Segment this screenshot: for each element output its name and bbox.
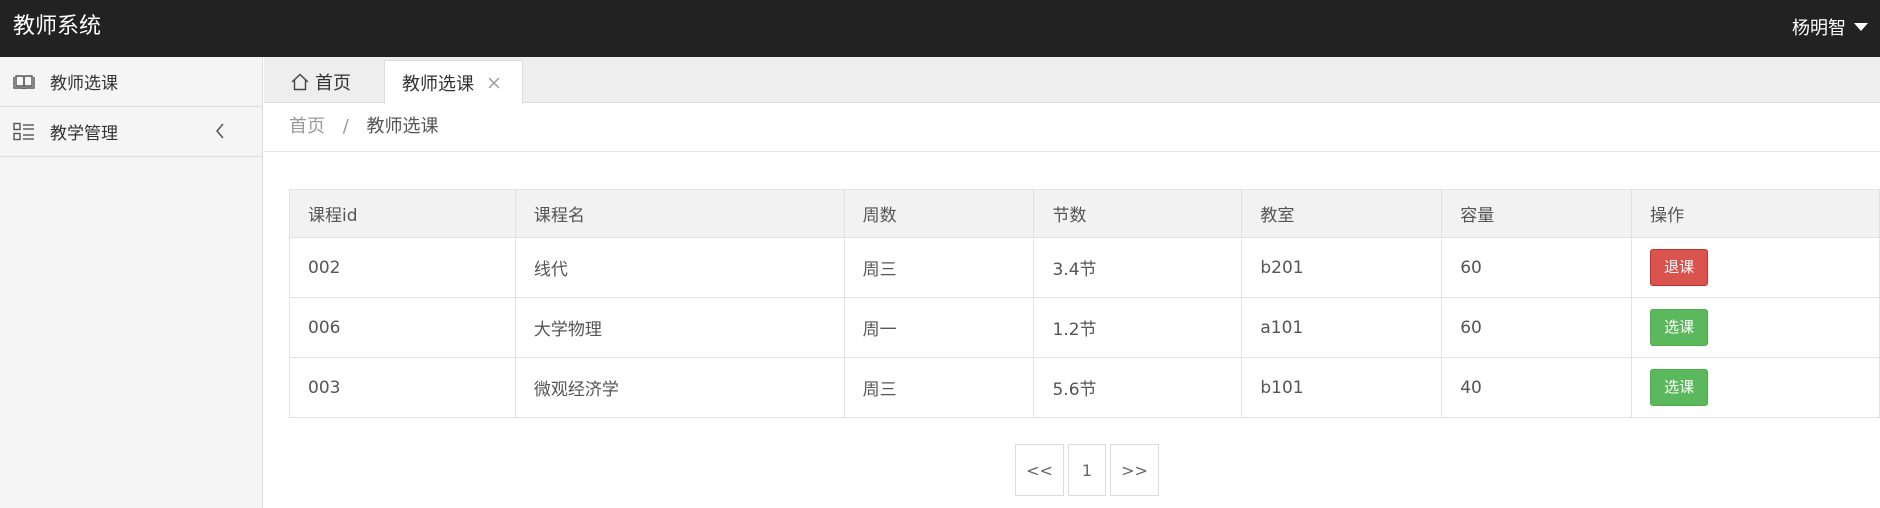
tab-bar: 首页 教师选课 [264, 57, 1880, 104]
cell-action: 选课 [1631, 357, 1880, 418]
column-header: 周数 [843, 189, 1035, 238]
next-page-button[interactable]: >> [1110, 444, 1159, 496]
column-header: 操作 [1631, 189, 1880, 238]
sidebar: 教师选课 教学管理 [0, 57, 263, 508]
tab-label: 教师选课 [402, 73, 474, 95]
cell-section: 5.6节 [1033, 357, 1243, 418]
home-icon [291, 73, 309, 91]
tab-label: 首页 [315, 72, 351, 94]
column-header: 课程id [289, 189, 516, 238]
cell-capacity: 60 [1441, 297, 1633, 358]
select-course-button[interactable]: 选课 [1650, 309, 1709, 346]
sidebar-item-label: 教师选课 [50, 74, 118, 94]
cell-course-id: 002 [289, 237, 516, 298]
caret-down-icon [1854, 22, 1868, 31]
column-header: 课程名 [514, 189, 845, 238]
column-header: 教室 [1241, 189, 1443, 238]
user-name: 杨明智 [1792, 17, 1846, 39]
prev-page-button[interactable]: << [1015, 444, 1064, 496]
table-row: 003 微观经济学 周三 5.6节 b101 40 选课 [289, 357, 1880, 418]
cell-week: 周三 [843, 357, 1035, 418]
cell-action: 选课 [1631, 297, 1880, 358]
cell-capacity: 60 [1441, 237, 1633, 298]
divider [264, 151, 1880, 152]
tab-course-selection[interactable]: 教师选课 [384, 60, 523, 104]
select-course-button[interactable]: 选课 [1650, 369, 1709, 406]
sidebar-item-teaching-management[interactable]: 教学管理 [0, 107, 262, 157]
cell-course-id: 006 [289, 297, 516, 358]
pagination: << 1 >> [1015, 444, 1163, 496]
cell-action: 退课 [1631, 237, 1880, 298]
cell-week: 周一 [843, 297, 1035, 358]
cell-section: 3.4节 [1033, 237, 1243, 298]
column-header: 容量 [1441, 189, 1633, 238]
app-brand[interactable]: 教师系统 [13, 0, 101, 57]
table-row: 002 线代 周三 3.4节 b201 60 退课 [289, 237, 1880, 298]
column-header: 节数 [1033, 189, 1243, 238]
book-icon [12, 71, 36, 93]
list-icon [12, 121, 36, 143]
cell-course-id: 003 [289, 357, 516, 418]
sidebar-item-label: 教学管理 [50, 124, 118, 144]
drop-course-button[interactable]: 退课 [1650, 249, 1709, 286]
table-row: 006 大学物理 周一 1.2节 a101 60 选课 [289, 297, 1880, 358]
breadcrumb-home[interactable]: 首页 [289, 116, 325, 137]
breadcrumb-separator: / [342, 116, 349, 137]
user-menu[interactable]: 杨明智 [1792, 0, 1868, 57]
sidebar-item-course-selection[interactable]: 教师选课 [0, 57, 262, 107]
table-header-row: 课程id 课程名 周数 节数 教室 容量 操作 [289, 189, 1880, 238]
cell-week: 周三 [843, 237, 1035, 298]
cell-room: b101 [1241, 357, 1443, 418]
close-icon[interactable] [488, 77, 500, 89]
cell-room: b201 [1241, 237, 1443, 298]
tab-home[interactable]: 首页 [291, 60, 351, 103]
breadcrumb: 首页 / 教师选课 [289, 104, 439, 152]
page-number-button[interactable]: 1 [1068, 444, 1106, 496]
cell-section: 1.2节 [1033, 297, 1243, 358]
chevron-left-icon[interactable] [214, 122, 226, 145]
breadcrumb-current: 教师选课 [366, 116, 439, 137]
top-navbar: 教师系统 杨明智 [0, 0, 1880, 57]
cell-course-name: 大学物理 [514, 297, 845, 358]
cell-room: a101 [1241, 297, 1443, 358]
cell-course-name: 微观经济学 [514, 357, 845, 418]
cell-course-name: 线代 [514, 237, 845, 298]
course-table: 课程id 课程名 周数 节数 教室 容量 操作 002 线代 周三 3.4节 b… [289, 189, 1880, 418]
cell-capacity: 40 [1441, 357, 1633, 418]
